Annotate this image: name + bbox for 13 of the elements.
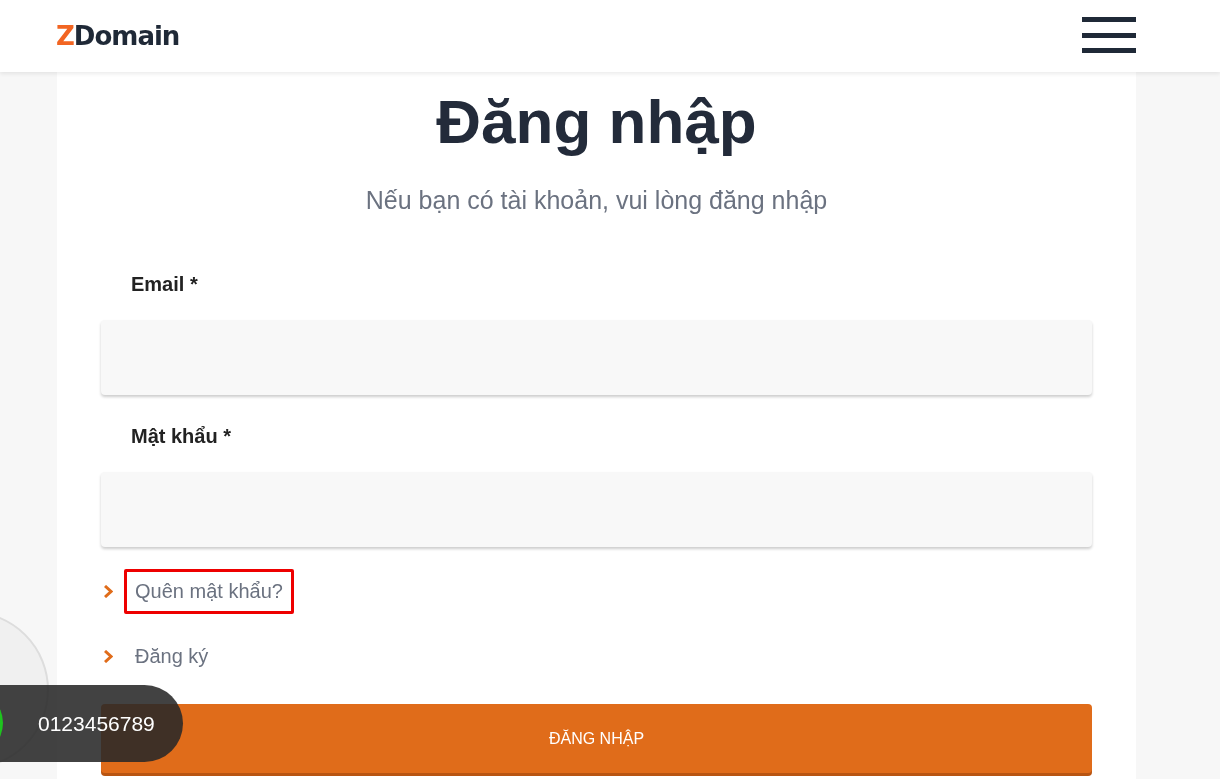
menu-icon[interactable] (1082, 17, 1136, 55)
field-label: Mật khẩu * (131, 425, 232, 448)
call-widget[interactable]: 0123456789 (0, 685, 183, 762)
text-link[interactable]: Quên mật khẩu? (124, 569, 294, 614)
input-field[interactable] (101, 320, 1092, 395)
field-label: Email * (131, 273, 198, 296)
chevron-icon (104, 585, 113, 598)
subtitle: Nếu bạn có tài khoản, vui lòng đăng nhập (364, 186, 829, 215)
page-title: Đăng nhập (435, 86, 758, 158)
chevron-icon (104, 650, 113, 663)
input-field[interactable] (101, 472, 1092, 547)
logo[interactable]: ZDomain (56, 21, 180, 51)
text-link[interactable]: Đăng ký (124, 634, 220, 679)
